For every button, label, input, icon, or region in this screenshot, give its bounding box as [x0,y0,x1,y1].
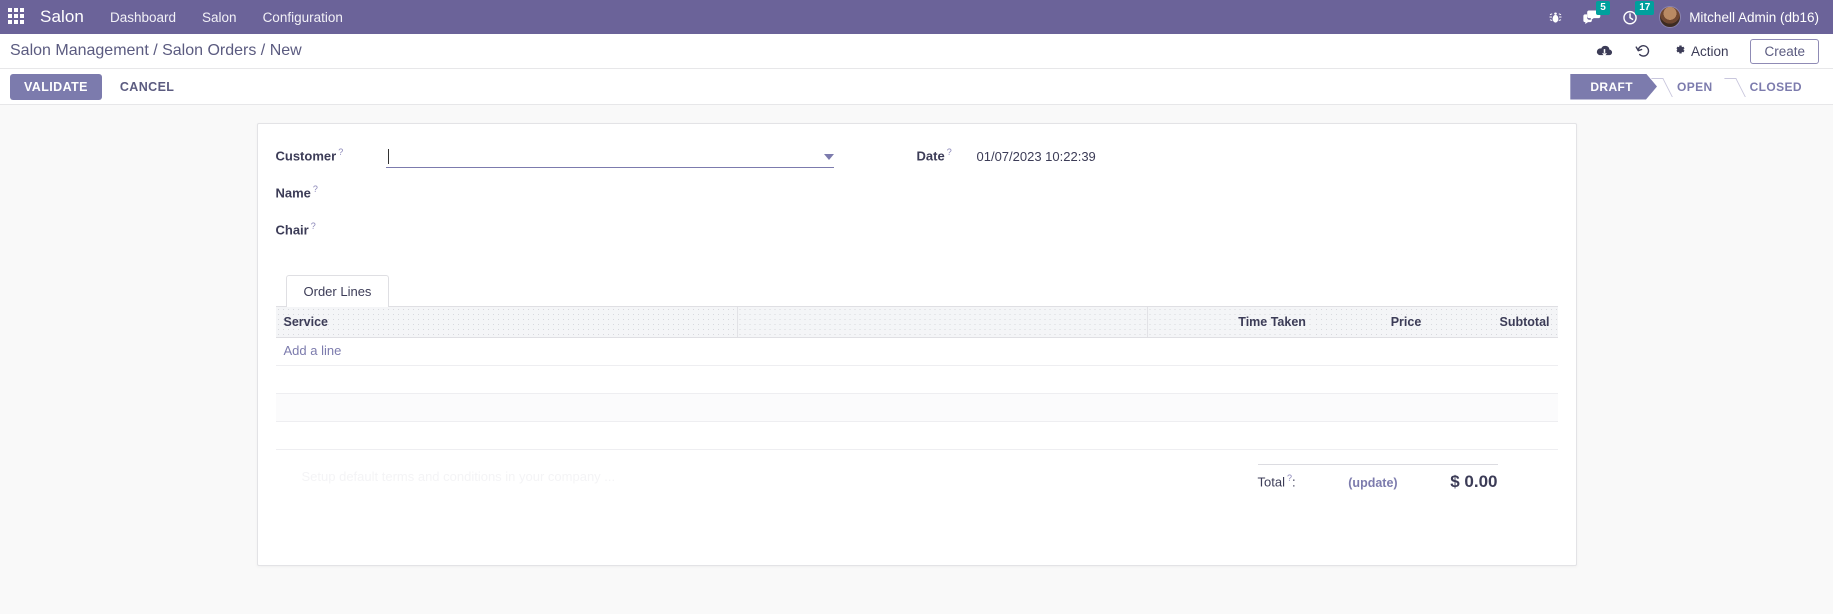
sheet-footer: Setup default terms and conditions in yo… [276,450,1558,492]
add-a-line-row: Add a line [275,337,1558,366]
table-row [275,421,1558,450]
bug-icon[interactable] [1548,10,1563,25]
apps-grid-icon[interactable] [8,8,26,26]
column-header-subtotal[interactable]: Subtotal [1429,307,1558,338]
field-chair: Chair? [276,218,917,248]
terms-placeholder[interactable]: Setup default terms and conditions in yo… [276,464,981,492]
table-header: Service Time Taken Price Subtotal [275,307,1558,338]
menu-item-configuration[interactable]: Configuration [263,10,343,25]
form-statusbar: VALIDATE CANCEL DRAFT OPEN CLOSED [0,69,1833,105]
table-row [275,365,1558,394]
table-row [275,393,1558,422]
field-value-name [386,181,917,203]
column-header-time-taken[interactable]: Time Taken [1147,307,1314,338]
control-panel-actions: Action Create [1596,38,1819,64]
field-customer: Customer? [276,144,917,174]
app-brand[interactable]: Salon [40,7,84,27]
field-label-customer: Customer? [275,147,344,164]
name-input[interactable] [386,183,686,203]
user-name-label: Mitchell Admin (db16) [1689,9,1819,25]
tab-order-lines[interactable]: Order Lines [285,275,390,307]
action-label: Action [1690,43,1729,59]
customer-input[interactable] [385,146,834,168]
stage-draft[interactable]: DRAFT [1570,74,1657,100]
top-navbar: Salon Dashboard Salon Configuration 5 17… [0,0,1833,34]
totals-block: Total?: (update) $ 0.00 [1257,463,1558,492]
form-column-left: Customer? Name? Chair ? [276,138,917,255]
form-column-right: Date? 01/07/2023 10:22:39 [917,138,1558,255]
field-label-chair: Chair? [275,221,316,238]
field-label-date: Date? [916,147,952,164]
help-icon[interactable]: ? [947,147,952,157]
activities-badge: 17 [1635,0,1655,15]
order-lines-table: Service Time Taken Price Subtotal Add a … [275,307,1558,450]
table-body: Add a line [275,337,1558,450]
column-header-spacer [737,307,1148,338]
navbar-systray: 5 17 Mitchell Admin (db16) [1548,0,1819,28]
total-update-link[interactable]: (update) [1348,476,1397,490]
add-a-line-link[interactable]: Add a line [284,343,342,358]
total-amount: $ 0.00 [1450,471,1498,491]
create-button[interactable]: Create [1750,38,1819,64]
total-row: Total?: (update) $ 0.00 [1257,463,1498,492]
table-cell-empty [275,421,1558,450]
notebook-tabs: Order Lines [275,275,1558,307]
user-menu[interactable]: Mitchell Admin (db16) [1659,6,1819,28]
stage-open[interactable]: OPEN [1657,74,1730,100]
field-date: Date? 01/07/2023 10:22:39 [917,144,1558,174]
breadcrumb[interactable]: Salon Management / Salon Orders / New [10,42,302,60]
status-stages: DRAFT OPEN CLOSED [1570,74,1819,100]
add-a-line-cell: Add a line [275,337,1558,366]
field-value-date: 01/07/2023 10:22:39 [977,144,1558,164]
chair-input[interactable] [386,220,686,240]
field-value-customer [385,144,917,168]
notebook: Order Lines Service Time Taken Price Sub… [275,275,1558,492]
stage-closed[interactable]: CLOSED [1730,74,1819,100]
field-label-name: Name? [275,184,318,201]
control-panel: Salon Management / Salon Orders / New Ac… [0,34,1833,69]
form-fields: Customer? Name? Chair ? Date ? 01/07/202… [276,138,1558,255]
date-input[interactable]: 01/07/2023 10:22:39 [977,146,1558,164]
validate-button[interactable]: VALIDATE [10,73,102,100]
text-cursor [387,149,389,164]
main-menu: Dashboard Salon Configuration [110,10,343,25]
column-header-price[interactable]: Price [1313,307,1430,338]
form-background: Customer? Name? Chair ? Date ? 01/07/202… [0,105,1833,614]
messages-icon[interactable]: 5 [1583,1,1610,25]
table-cell-empty [275,393,1558,422]
cancel-button[interactable]: CANCEL [108,74,186,100]
activities-clock-icon[interactable]: 17 [1622,0,1655,26]
total-label: Total?: [1257,473,1296,490]
form-sheet: Customer? Name? Chair ? Date ? 01/07/202… [256,123,1577,566]
table-cell-empty [275,365,1558,394]
field-value-chair [386,218,917,240]
help-icon[interactable]: ? [338,147,343,157]
menu-item-salon[interactable]: Salon [202,10,237,25]
help-icon[interactable]: ? [311,221,316,231]
avatar [1659,6,1682,28]
field-name: Name? [276,181,917,211]
cloud-upload-icon[interactable] [1596,44,1613,58]
undo-discard-icon[interactable] [1635,43,1651,59]
action-dropdown[interactable]: Action [1673,43,1729,59]
messages-badge: 5 [1596,1,1610,15]
help-icon[interactable]: ? [313,184,318,194]
menu-item-dashboard[interactable]: Dashboard [110,10,176,25]
gear-icon [1673,43,1686,59]
table-header-row: Service Time Taken Price Subtotal [275,307,1558,338]
chevron-down-icon[interactable] [823,153,834,160]
column-header-service[interactable]: Service [275,307,738,338]
